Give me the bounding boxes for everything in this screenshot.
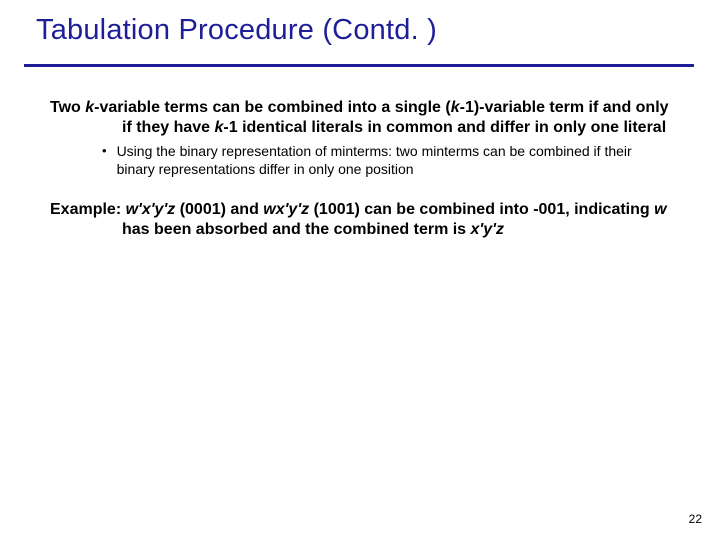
slide-title: Tabulation Procedure (Contd. ) xyxy=(36,14,437,47)
var-w: w xyxy=(654,201,666,218)
slide-body: Two k-variable terms can be combined int… xyxy=(50,98,680,244)
term-1: w'x'y'z xyxy=(126,201,176,218)
bullet-1: • Using the binary representation of min… xyxy=(102,142,680,178)
term-2: wx'y'z xyxy=(263,201,309,218)
var-k-1: k xyxy=(85,99,94,116)
page-number: 22 xyxy=(689,512,702,526)
p1-mid1: -variable terms can be combined into a s… xyxy=(94,99,451,116)
paragraph-1: Two k-variable terms can be combined int… xyxy=(50,98,680,138)
p2-mid3: has been absorbed and the combined term … xyxy=(122,221,471,238)
bullet-dot-icon: • xyxy=(102,143,107,160)
term-3: x'y'z xyxy=(471,221,504,238)
p1-pre: Two xyxy=(50,99,85,116)
title-underline xyxy=(24,64,694,67)
var-k-2: k xyxy=(451,99,460,116)
p2-mid1: (0001) and xyxy=(175,201,263,218)
bullet-1-text: Using the binary representation of minte… xyxy=(117,142,657,178)
p1-tail: -1 identical literals in common and diff… xyxy=(223,119,666,136)
p2-mid2: (1001) can be combined into -001, indica… xyxy=(309,201,654,218)
paragraph-2: Example: w'x'y'z (0001) and wx'y'z (1001… xyxy=(50,200,680,240)
p2-pre: Example: xyxy=(50,201,126,218)
slide: Tabulation Procedure (Contd. ) Two k-var… xyxy=(0,0,720,540)
